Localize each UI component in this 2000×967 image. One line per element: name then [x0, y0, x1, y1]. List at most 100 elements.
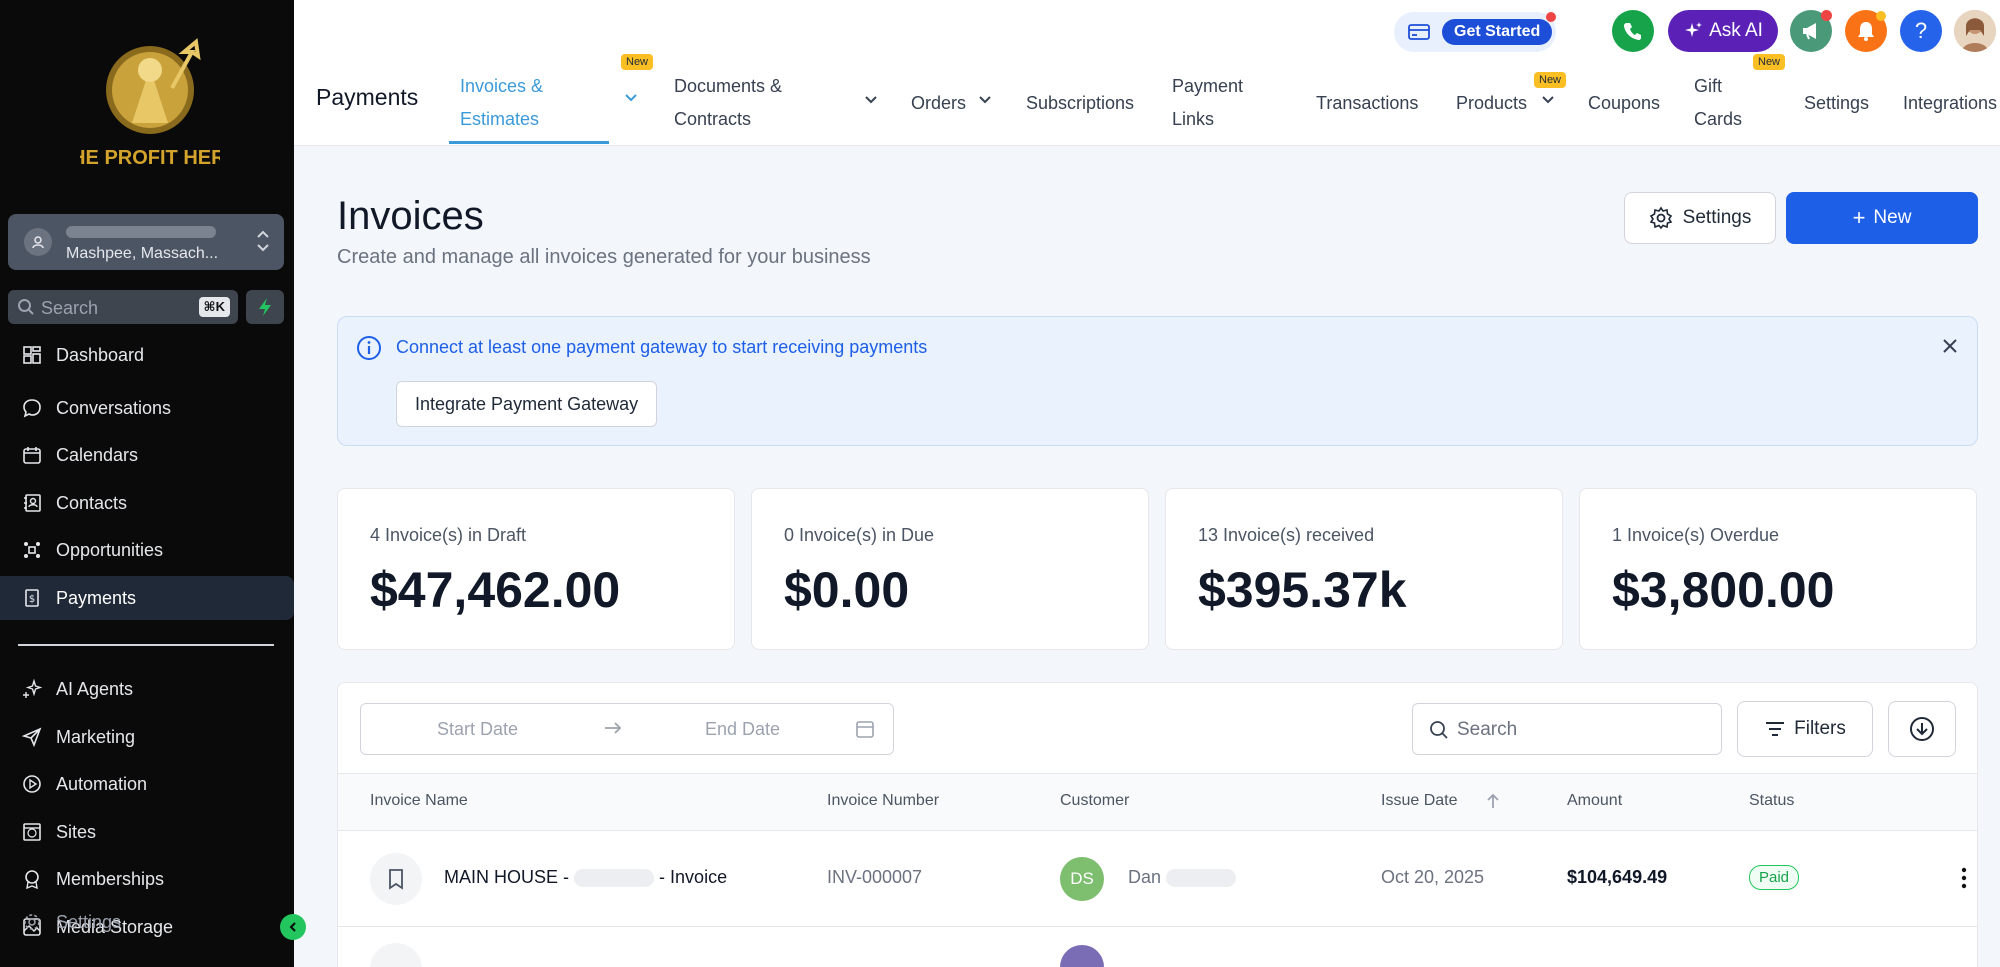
status-badge: Paid: [1749, 865, 1800, 890]
invoice-number: INV-000007: [827, 867, 923, 887]
sidebar-item-label: Settings: [56, 911, 122, 932]
account-location: Mashpee, Massach...: [66, 245, 219, 262]
help-icon: ?: [1914, 18, 1928, 43]
tab-label-line2: Contracts: [674, 109, 752, 129]
stat-card-draft[interactable]: 4 Invoice(s) in Draft $47,462.00: [337, 488, 735, 650]
tab-products[interactable]: Products: [1456, 60, 1527, 146]
top-header: Get Started Ask AI ? Payments Invoices &…: [294, 0, 2000, 146]
announcements-button[interactable]: [1790, 10, 1832, 52]
profit-hero-logo[interactable]: THE PROFIT HERO: [59, 28, 241, 178]
column-header-amount[interactable]: Amount: [1567, 792, 1622, 810]
phone-button[interactable]: [1612, 10, 1654, 52]
ask-ai-button[interactable]: Ask AI: [1668, 10, 1778, 52]
tab-coupons[interactable]: Coupons: [1588, 60, 1660, 146]
sidebar-item-label: Dashboard: [56, 344, 145, 365]
sidebar-item-settings[interactable]: Settings: [0, 900, 294, 944]
table-header: Invoice Name Invoice Number Customer Iss…: [338, 773, 1977, 831]
sidebar-item-label: Payments: [56, 587, 137, 608]
get-started-widget[interactable]: Get Started: [1394, 12, 1556, 52]
tab-label: Subscriptions: [1026, 92, 1135, 113]
customer-avatar: [1060, 945, 1104, 967]
stat-card-due[interactable]: 0 Invoice(s) in Due $0.00: [751, 488, 1149, 650]
chevron-down-icon[interactable]: [1541, 92, 1555, 110]
phone-icon: [1624, 23, 1641, 40]
column-header-customer[interactable]: Customer: [1060, 792, 1129, 810]
account-name-redacted: [66, 226, 216, 238]
tab-settings[interactable]: Settings: [1804, 60, 1869, 146]
stat-card-overdue[interactable]: 1 Invoice(s) Overdue $3,800.00: [1579, 488, 1977, 650]
sidebar-item-label: Marketing: [56, 726, 136, 747]
tab-integrations[interactable]: Integrations: [1903, 60, 2000, 146]
tab-documents-contracts[interactable]: Documents & Contracts: [674, 60, 814, 146]
quick-actions-button[interactable]: [246, 290, 284, 324]
sidebar-item-automation[interactable]: Automation: [0, 762, 294, 806]
sparkle-icon: [1685, 22, 1703, 37]
stat-card-received[interactable]: 13 Invoice(s) received $395.37k: [1165, 488, 1563, 650]
tab-invoices-estimates[interactable]: Invoices & Estimates: [460, 60, 590, 146]
end-date-input[interactable]: End Date: [705, 719, 780, 740]
sidebar-item-ai-agents[interactable]: AI Agents: [0, 667, 294, 711]
chevron-down-icon[interactable]: [978, 92, 992, 110]
filters-button[interactable]: Filters: [1737, 701, 1873, 757]
invoice-name[interactable]: MAIN HOUSE - - Invoice: [444, 867, 727, 888]
sidebar-item-opportunities[interactable]: Opportunities: [0, 528, 294, 572]
tab-label-line2: Estimates: [460, 109, 540, 129]
sidebar-item-memberships[interactable]: Memberships: [0, 857, 294, 901]
payment-gateway-alert: Connect at least one payment gateway to …: [337, 316, 1978, 446]
search-icon: [1429, 720, 1449, 745]
collapse-sidebar-button[interactable]: [280, 914, 306, 940]
filter-icon: [1766, 722, 1785, 736]
sidebar-divider: [18, 644, 274, 646]
user-avatar[interactable]: [1954, 10, 1996, 52]
sidebar-item-calendars[interactable]: Calendars: [0, 433, 294, 477]
tab-subscriptions[interactable]: Subscriptions: [1026, 60, 1134, 146]
new-badge: New: [1753, 54, 1786, 70]
table-search-placeholder: Search: [1457, 719, 1518, 740]
badge-icon: [20, 867, 44, 891]
chevron-updown-icon: [256, 228, 270, 259]
notifications-button[interactable]: [1845, 10, 1887, 52]
sidebar-search[interactable]: Search ⌘K: [8, 290, 238, 324]
column-header-status[interactable]: Status: [1749, 792, 1794, 810]
download-icon: [1910, 717, 1934, 741]
customer-name[interactable]: Dan: [1128, 867, 1237, 888]
close-icon[interactable]: [1941, 337, 1959, 360]
tab-payment-links[interactable]: Payment Links: [1172, 60, 1243, 146]
sidebar-item-contacts[interactable]: Contacts: [0, 481, 294, 525]
tab-label-line2: Cards: [1694, 109, 1743, 129]
download-button[interactable]: [1888, 701, 1956, 757]
sidebar-item-marketing[interactable]: Marketing: [0, 715, 294, 759]
sidebar-item-label: Opportunities: [56, 539, 164, 560]
get-started-button[interactable]: Get Started: [1442, 19, 1553, 45]
integrate-gateway-button[interactable]: Integrate Payment Gateway: [396, 381, 658, 427]
tab-transactions[interactable]: Transactions: [1316, 60, 1418, 146]
sidebar-item-payments[interactable]: $ Payments: [0, 576, 294, 620]
account-switcher[interactable]: Mashpee, Massach...: [8, 214, 284, 270]
location-avatar: [24, 228, 52, 256]
arrow-up-icon[interactable]: [1486, 792, 1500, 815]
stat-value: $395.37k: [1198, 562, 1407, 618]
table-row[interactable]: MAIN HOUSE - - Invoice INV-000007 DS Dan…: [338, 831, 1977, 927]
column-header-issue-date[interactable]: Issue Date: [1381, 792, 1457, 810]
help-button[interactable]: ?: [1900, 10, 1942, 52]
sidebar-item-conversations[interactable]: Conversations: [0, 386, 294, 430]
svg-text:THE PROFIT HERO: THE PROFIT HERO: [80, 147, 220, 169]
column-header-invoice-number[interactable]: Invoice Number: [827, 792, 939, 810]
more-options-icon[interactable]: [1961, 867, 1967, 894]
amount: $104,649.49: [1567, 867, 1668, 887]
column-header-invoice-name[interactable]: Invoice Name: [370, 792, 468, 810]
date-range-picker[interactable]: Start Date End Date: [360, 703, 894, 755]
tab-orders[interactable]: Orders: [911, 60, 966, 146]
sidebar-item-dashboard[interactable]: Dashboard: [0, 338, 294, 372]
chevron-down-icon[interactable]: [624, 90, 638, 108]
sidebar-item-sites[interactable]: Sites: [0, 810, 294, 854]
stat-value: $47,462.00: [370, 562, 621, 618]
chevron-down-icon[interactable]: [864, 92, 878, 110]
table-row[interactable]: [338, 927, 1977, 967]
new-invoice-button[interactable]: + New: [1786, 192, 1978, 244]
tab-gift-cards[interactable]: Gift Cards: [1694, 60, 1742, 146]
search-shortcut: ⌘K: [198, 297, 230, 317]
table-search-input[interactable]: Search: [1412, 703, 1722, 755]
start-date-input[interactable]: Start Date: [437, 719, 518, 740]
invoice-settings-button[interactable]: Settings: [1624, 192, 1776, 244]
